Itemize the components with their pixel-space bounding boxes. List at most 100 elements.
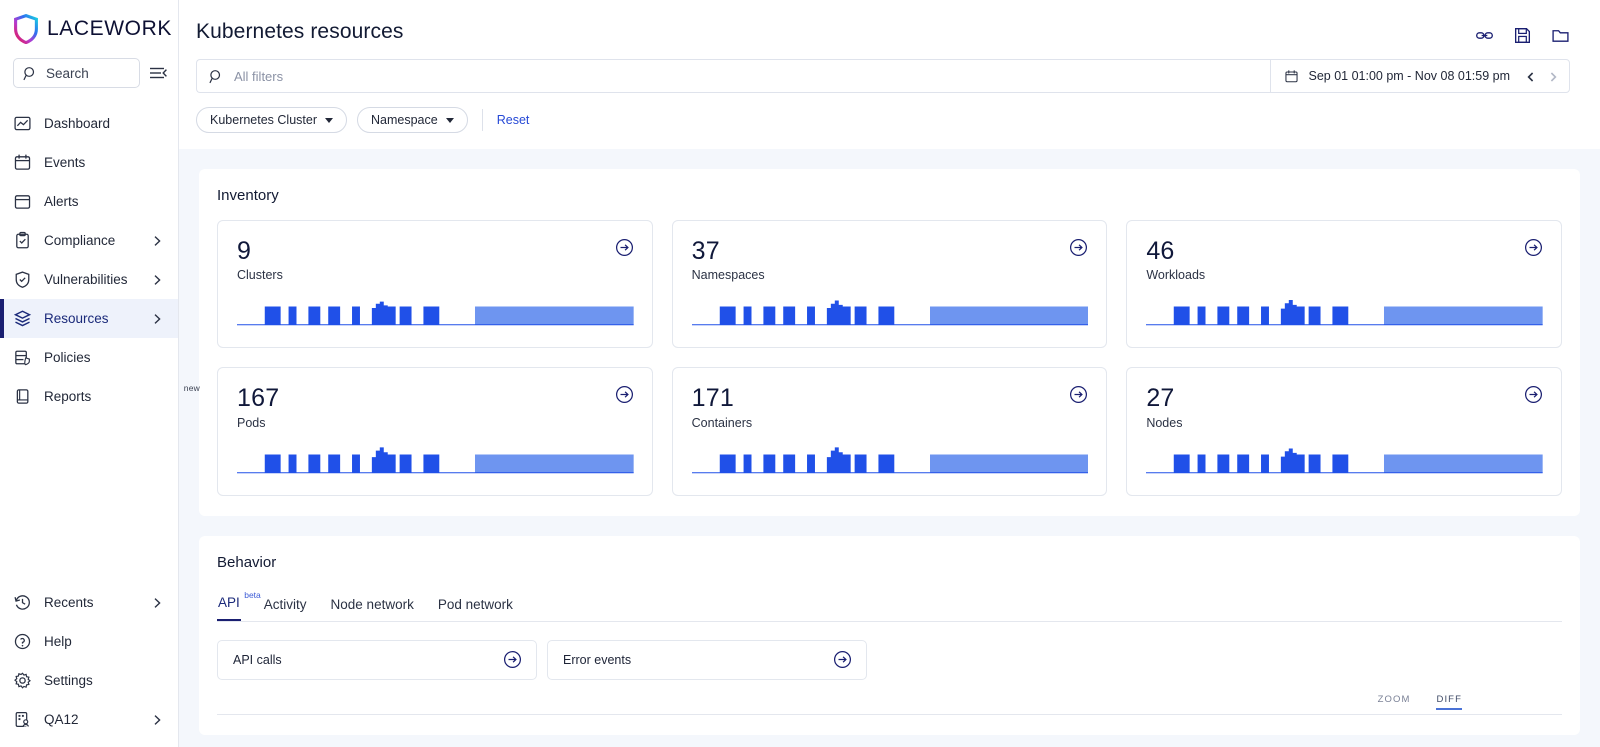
main-area: Kubernetes resources All filters Sep 01 … bbox=[179, 0, 1600, 747]
tab-node-network[interactable]: Node network bbox=[330, 597, 415, 621]
behavior-tabs: API beta Activity Node network Pod netwo… bbox=[217, 590, 1562, 622]
arrow-right-circle-icon bbox=[615, 238, 633, 257]
inventory-card-pods[interactable]: 167 Pods bbox=[217, 367, 653, 496]
sidebar-item-qa12[interactable]: QA12 bbox=[0, 700, 178, 739]
mini-card-api-calls[interactable]: API calls bbox=[217, 639, 537, 680]
stat-text: 167 Pods bbox=[237, 385, 279, 430]
search-icon bbox=[209, 69, 221, 83]
inventory-card-namespaces[interactable]: 37 Namespaces bbox=[671, 220, 1108, 349]
sidebar-item-resources[interactable]: Resources bbox=[0, 299, 178, 338]
search-input[interactable]: Search bbox=[13, 58, 140, 88]
date-prev-button[interactable] bbox=[1525, 70, 1537, 82]
diff-mode-button[interactable]: DIFF bbox=[1436, 694, 1462, 710]
stat-label: Containers bbox=[691, 415, 753, 430]
inventory-card-workloads[interactable]: 46 Workloads bbox=[1126, 220, 1562, 349]
chevron-right-icon bbox=[1550, 72, 1557, 82]
inventory-card-nodes[interactable]: 27 Nodes bbox=[1126, 367, 1562, 496]
policy-shield-icon bbox=[15, 350, 30, 366]
stat-label: Nodes bbox=[1146, 415, 1183, 430]
account-org-icon bbox=[15, 712, 29, 727]
calendar-alerts-icon bbox=[14, 195, 31, 209]
sidebar-item-vulnerabilities[interactable]: Vulnerabilities bbox=[0, 260, 178, 299]
chevron-down-icon bbox=[445, 117, 454, 123]
tab-label: Node network bbox=[330, 596, 414, 612]
stat-head: 27 Nodes bbox=[1146, 384, 1543, 430]
share-link-icon[interactable] bbox=[1475, 26, 1494, 45]
sidebar-nav: Dashboard Events Alerts Compliance Vulne… bbox=[0, 104, 200, 416]
chevron-right-icon bbox=[154, 597, 161, 608]
sidebar-bottom-nav: Recents Help Settings QA12 bbox=[0, 583, 178, 747]
behavior-panel: Behavior API beta Activity Node network … bbox=[199, 535, 1580, 735]
sidebar-item-dashboard[interactable]: Dashboard bbox=[0, 104, 178, 143]
sidebar-item-policies[interactable]: Policies bbox=[0, 338, 178, 377]
date-next-button[interactable] bbox=[1547, 70, 1559, 82]
sidebar-item-recents[interactable]: Recents bbox=[0, 583, 178, 622]
app-root: LACEWORK Search Dashboard Events Alerts … bbox=[0, 0, 1600, 747]
sidebar-item-compliance[interactable]: Compliance bbox=[0, 221, 178, 260]
divider bbox=[481, 109, 483, 131]
calendar-icon bbox=[1285, 69, 1299, 82]
sparkline-chart bbox=[237, 301, 634, 326]
stat-text: 46 Workloads bbox=[1146, 237, 1205, 283]
inventory-card-containers[interactable]: 171 Containers bbox=[671, 367, 1108, 496]
sparkline-chart bbox=[691, 300, 1089, 326]
behavior-mini-cards: API calls Error events bbox=[217, 639, 1562, 680]
tab-activity[interactable]: Activity bbox=[263, 597, 308, 621]
inventory-card-clusters[interactable]: 9 Clusters bbox=[217, 220, 653, 349]
topbar: Kubernetes resources All filters Sep 01 … bbox=[179, 0, 1600, 149]
sidebar-item-label: Policies bbox=[44, 350, 91, 365]
chevron-right-icon bbox=[154, 313, 161, 324]
save-icon[interactable] bbox=[1513, 26, 1532, 45]
sidebar-item-events[interactable]: Events bbox=[0, 143, 178, 182]
sidebar-item-label: Events bbox=[44, 155, 86, 170]
mini-card-label: API calls bbox=[233, 652, 282, 667]
chevron-right-icon bbox=[154, 235, 161, 246]
sidebar-item-text: Reports bbox=[44, 389, 92, 404]
sidebar-item-settings[interactable]: Settings bbox=[0, 661, 178, 700]
brand[interactable]: LACEWORK bbox=[0, 0, 178, 54]
mini-card-error-events[interactable]: Error events bbox=[547, 639, 867, 680]
sidebar-item-help[interactable]: Help bbox=[0, 622, 178, 661]
all-filters-input[interactable]: All filters bbox=[196, 59, 1271, 93]
search-placeholder: Search bbox=[46, 65, 89, 81]
zoom-mode-button[interactable]: ZOOM bbox=[1378, 694, 1411, 710]
sidebar-item-alerts[interactable]: Alerts bbox=[0, 182, 178, 221]
arrow-right-circle-icon bbox=[1070, 386, 1088, 404]
calendar-events-icon bbox=[14, 154, 31, 170]
search-icon bbox=[23, 66, 35, 80]
filter-chip-kubernetes-cluster[interactable]: Kubernetes Cluster bbox=[196, 107, 348, 133]
beta-badge: beta bbox=[244, 589, 261, 600]
tab-pod-network[interactable]: Pod network bbox=[437, 597, 514, 621]
stat-text: 171 Containers bbox=[691, 384, 753, 430]
sidebar-item-label: Reports new bbox=[44, 383, 200, 404]
arrow-right-circle-icon bbox=[615, 386, 633, 404]
collapse-sidebar-icon[interactable] bbox=[148, 63, 168, 83]
chevron-right-icon bbox=[154, 274, 161, 285]
stat-value: 27 bbox=[1146, 384, 1175, 413]
date-range-picker[interactable]: Sep 01 01:00 pm - Nov 08 01:59 pm bbox=[1270, 59, 1570, 93]
chevron-down-icon bbox=[325, 117, 334, 123]
stat-head: 171 Containers bbox=[691, 384, 1089, 430]
sidebar-item-reports[interactable]: Reports new bbox=[0, 377, 200, 416]
behavior-title: Behavior bbox=[217, 553, 277, 571]
tab-api[interactable]: API beta bbox=[217, 590, 261, 621]
chevron-left-icon bbox=[1527, 72, 1534, 82]
reset-filters-link[interactable]: Reset bbox=[497, 113, 530, 127]
filter-chip-namespace[interactable]: Namespace bbox=[357, 107, 468, 133]
folder-icon[interactable] bbox=[1551, 26, 1570, 45]
stat-label: Namespaces bbox=[691, 268, 765, 283]
inventory-card-grid: 9 Clusters 37 Namespaces 46 Workloads 16… bbox=[217, 220, 1562, 496]
stat-label: Clusters bbox=[237, 268, 283, 283]
stat-value: 171 bbox=[691, 384, 734, 413]
stat-value: 46 bbox=[1146, 237, 1175, 265]
stat-text: 37 Namespaces bbox=[691, 238, 765, 283]
chevron-right-icon bbox=[154, 714, 161, 725]
clock-history-icon bbox=[14, 595, 30, 610]
gear-icon bbox=[14, 672, 31, 689]
brand-name: LACEWORK bbox=[47, 17, 172, 40]
sidebar-item-label: Resources bbox=[44, 311, 109, 326]
sidebar-item-label: Vulnerabilities bbox=[44, 272, 128, 287]
filter-row: All filters Sep 01 01:00 pm - Nov 08 01:… bbox=[179, 45, 1600, 93]
sidebar-item-label: Compliance bbox=[44, 233, 116, 248]
page-title: Kubernetes resources bbox=[196, 20, 404, 43]
